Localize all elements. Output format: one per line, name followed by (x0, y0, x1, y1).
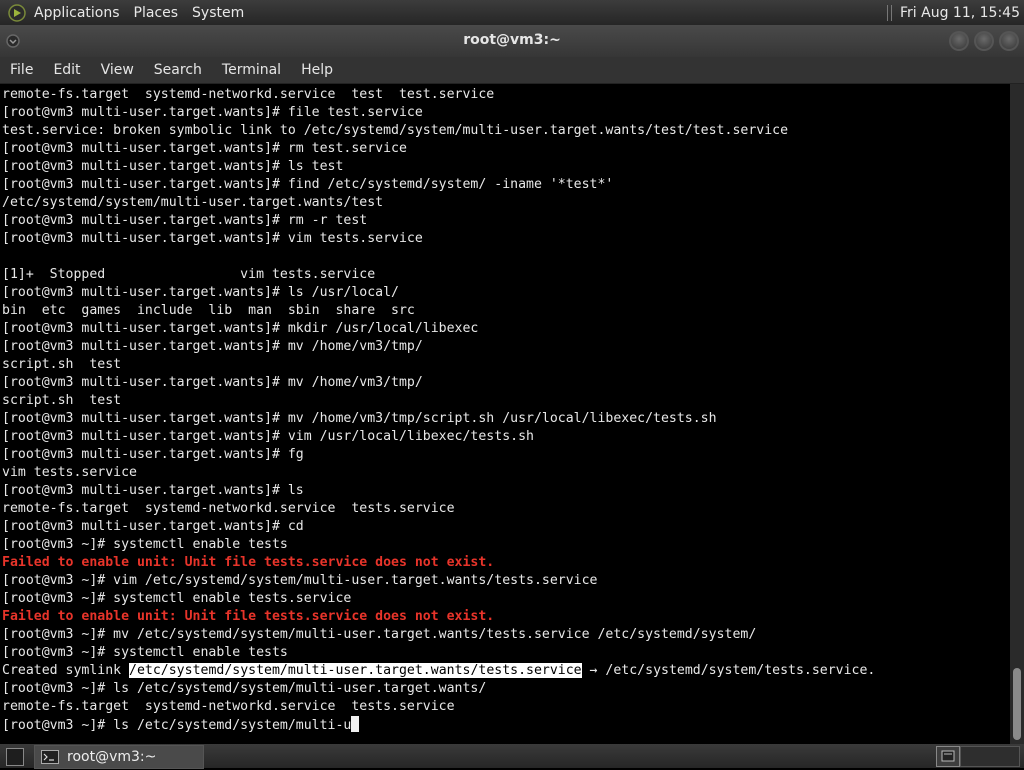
minimize-button[interactable] (949, 31, 969, 51)
show-desktop-button[interactable] (6, 748, 24, 766)
applications-icon[interactable] (7, 3, 27, 23)
top-panel: Applications Places System Fri Aug 11, 1… (0, 0, 1024, 25)
terminal-line: [root@vm3 multi-user.target.wants]# vim … (2, 429, 534, 444)
taskbar-item-label: root@vm3:~ (67, 749, 157, 765)
terminal-line: [root@vm3 multi-user.target.wants]# file… (2, 105, 423, 120)
workspace-1[interactable] (936, 746, 960, 767)
terminal-line: [root@vm3 multi-user.target.wants]# find… (2, 177, 614, 192)
menu-edit[interactable]: Edit (43, 62, 90, 78)
terminal-line: Created symlink /etc/systemd/system/mult… (2, 663, 876, 678)
terminal-line: [1]+ Stopped vim tests.service (2, 267, 376, 282)
terminal-line: [root@vm3 multi-user.target.wants]# mv /… (2, 339, 423, 354)
scrollbar-thumb[interactable] (1013, 668, 1021, 740)
menu-terminal[interactable]: Terminal (212, 62, 291, 78)
terminal-line: script.sh test (2, 393, 122, 408)
terminal-line: [root@vm3 multi-user.target.wants]# mv /… (2, 375, 423, 390)
panel-separator (887, 4, 893, 21)
terminal-line: Failed to enable unit: Unit file tests.s… (2, 555, 495, 570)
terminal-line: test.service: broken symbolic link to /e… (2, 123, 789, 138)
window-titlebar[interactable]: root@vm3:~ (0, 25, 1024, 57)
terminal-line: [root@vm3 multi-user.target.wants]# fg (2, 447, 304, 462)
places-menu[interactable]: Places (127, 5, 186, 21)
terminal-line: [root@vm3 ~]# mv /etc/systemd/system/mul… (2, 627, 757, 642)
terminal-line: [root@vm3 ~]# systemctl enable tests (2, 537, 288, 552)
menu-file[interactable]: File (0, 62, 43, 78)
terminal-line: script.sh test (2, 357, 122, 372)
menubar: File Edit View Search Terminal Help (0, 57, 1024, 84)
terminal-line: [root@vm3 ~]# ls /etc/systemd/system/mul… (2, 681, 487, 696)
bottom-panel: root@vm3:~ (0, 744, 1024, 769)
terminal-line: [root@vm3 multi-user.target.wants]# ls /… (2, 285, 399, 300)
workspace-window-icon (941, 750, 955, 762)
workspace-2[interactable] (960, 746, 1020, 767)
terminal-line: [root@vm3 ~]# systemctl enable tests (2, 645, 288, 660)
close-button[interactable] (999, 31, 1019, 51)
terminal-line: [root@vm3 multi-user.target.wants]# mkdi… (2, 321, 479, 336)
maximize-button[interactable] (974, 31, 994, 51)
terminal-line: remote-fs.target systemd-networkd.servic… (2, 87, 495, 102)
terminal-line: [root@vm3 multi-user.target.wants]# ls (2, 483, 304, 498)
terminal-line: [root@vm3 ~]# ls /etc/systemd/system/mul… (2, 716, 360, 734)
terminal-scrollbar[interactable] (1010, 84, 1024, 744)
terminal-output[interactable]: remote-fs.target systemd-networkd.servic… (0, 84, 1010, 744)
terminal-line: [root@vm3 multi-user.target.wants]# cd (2, 519, 304, 534)
terminal-line: [root@vm3 ~]# vim /etc/systemd/system/mu… (2, 573, 598, 588)
terminal-line: remote-fs.target systemd-networkd.servic… (2, 501, 455, 516)
taskbar-terminal-item[interactable]: root@vm3:~ (34, 745, 204, 769)
menu-search[interactable]: Search (144, 62, 212, 78)
applications-menu[interactable]: Applications (27, 5, 127, 21)
terminal-line: remote-fs.target systemd-networkd.servic… (2, 699, 455, 714)
terminal-line: vim tests.service (2, 465, 137, 480)
terminal-line: [root@vm3 multi-user.target.wants]# mv /… (2, 411, 717, 426)
terminal-line: [root@vm3 multi-user.target.wants]# vim … (2, 231, 423, 246)
terminal-line: /etc/systemd/system/multi-user.target.wa… (2, 195, 384, 210)
terminal-cursor (351, 716, 360, 732)
system-menu[interactable]: System (185, 5, 251, 21)
terminal-line: bin etc games include lib man sbin share… (2, 303, 415, 318)
selected-text[interactable]: /etc/systemd/system/multi-user.target.wa… (129, 663, 582, 678)
terminal-icon (41, 750, 59, 764)
terminal-line: [root@vm3 multi-user.target.wants]# rm -… (2, 213, 368, 228)
menu-help[interactable]: Help (291, 62, 343, 78)
terminal-line: [root@vm3 multi-user.target.wants]# ls t… (2, 159, 344, 174)
menu-view[interactable]: View (91, 62, 144, 78)
terminal-line: Failed to enable unit: Unit file tests.s… (2, 609, 495, 624)
terminal-line: [root@vm3 ~]# systemctl enable tests.ser… (2, 591, 352, 606)
clock[interactable]: Fri Aug 11, 15:45 (900, 5, 1020, 21)
window-title: root@vm3:~ (463, 32, 561, 48)
terminal-line: [root@vm3 multi-user.target.wants]# rm t… (2, 141, 407, 156)
